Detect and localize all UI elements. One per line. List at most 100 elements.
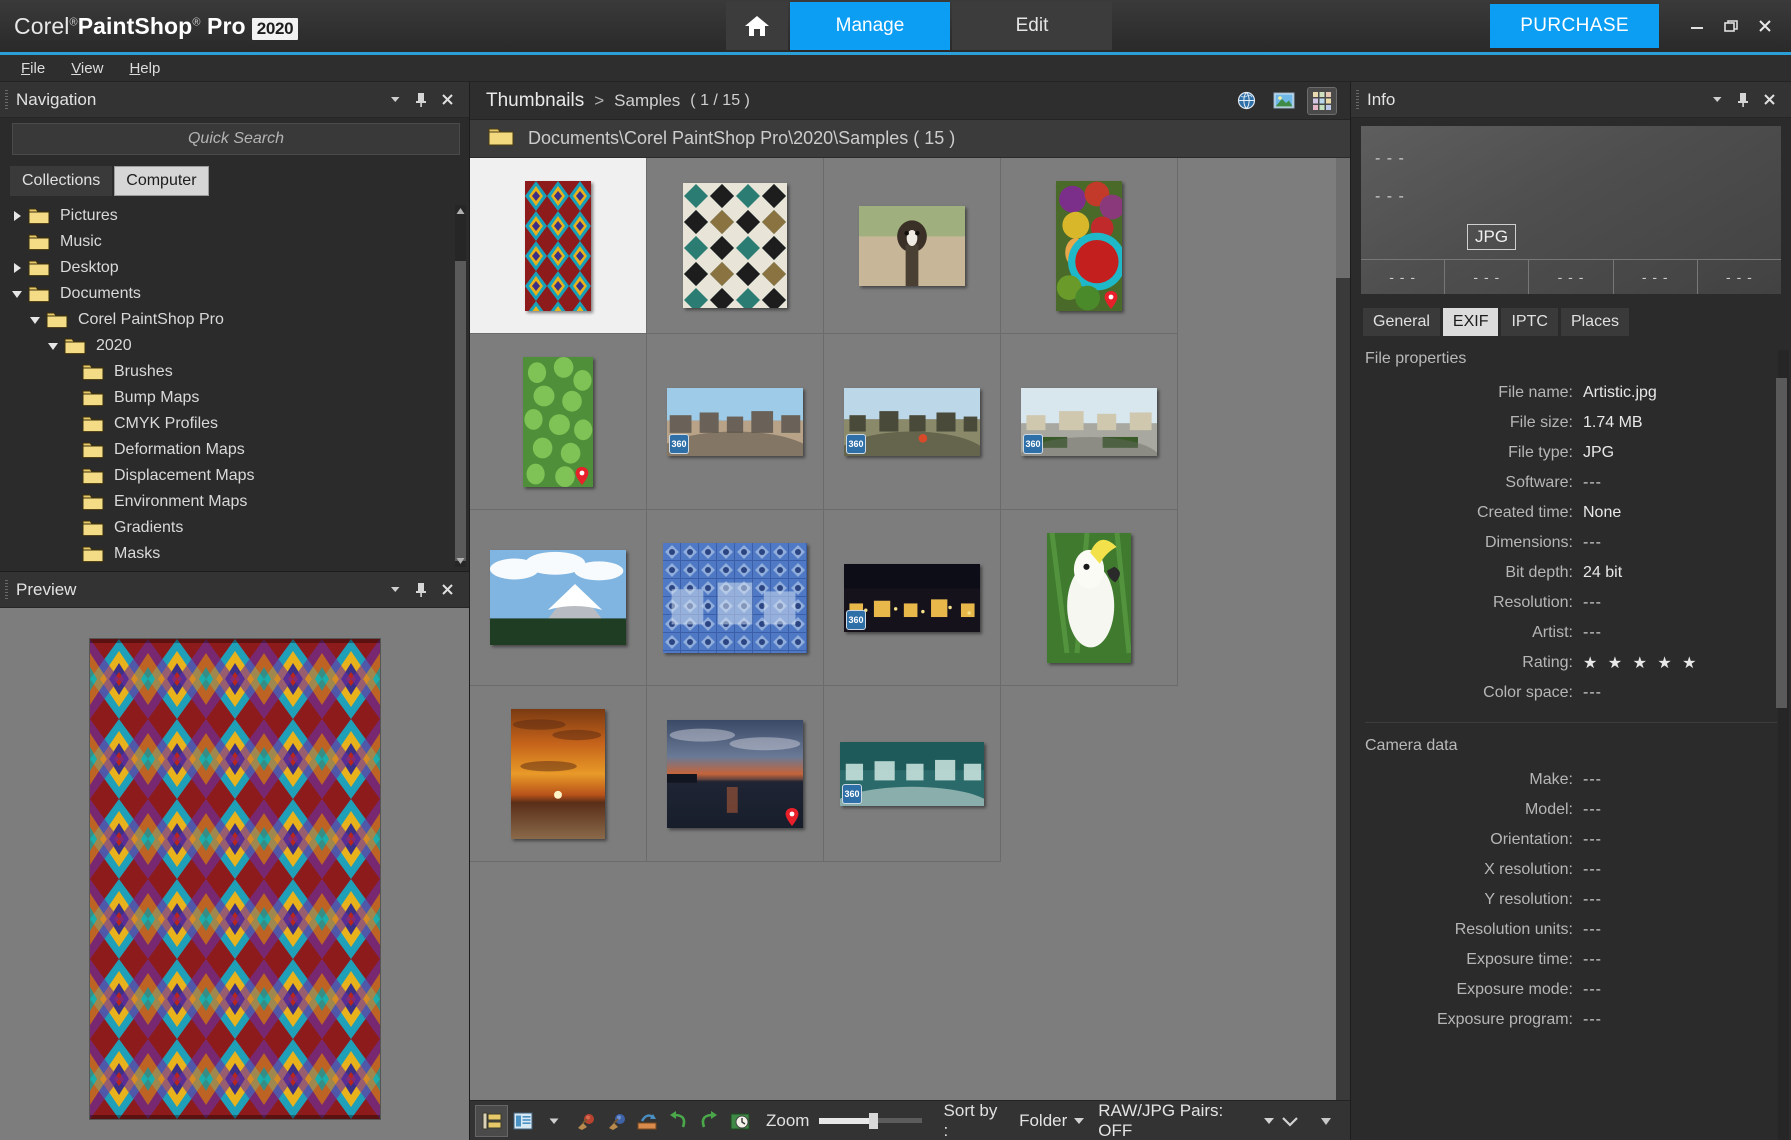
tab-iptc[interactable]: IPTC: [1501, 308, 1558, 336]
tree-twisty-icon[interactable]: [6, 289, 28, 299]
tab-home[interactable]: [726, 2, 788, 50]
list-dropdown-icon[interactable]: [538, 1106, 569, 1136]
thumbnail-vegetables-market[interactable]: [1056, 180, 1126, 311]
chevron-down-icon[interactable]: [1711, 93, 1724, 106]
thumbnail-city-panorama-360-a[interactable]: 360: [656, 387, 814, 480]
thumbnail-lake-sunset-dusk[interactable]: [667, 719, 803, 828]
raw-jpg-pairs-dropdown[interactable]: RAW/JPG Pairs: OFF: [1098, 1101, 1274, 1140]
minimize-icon[interactable]: [1687, 16, 1707, 36]
info-scrollbar-track[interactable]: [1776, 350, 1789, 1140]
thumbnail-cell[interactable]: [647, 686, 824, 862]
menu-view[interactable]: View: [60, 57, 114, 80]
menu-help[interactable]: Help: [118, 57, 171, 80]
pin-icon[interactable]: [414, 92, 428, 107]
tree-twisty-icon[interactable]: [24, 315, 46, 325]
rotate-right-icon[interactable]: [694, 1106, 725, 1136]
thumbnail-plaza-panorama-360[interactable]: 360: [1018, 387, 1160, 480]
sort-by-dropdown[interactable]: Folder: [1019, 1111, 1085, 1131]
import-icon[interactable]: [632, 1106, 663, 1136]
close-icon[interactable]: [1755, 16, 1775, 36]
tree-item[interactable]: Corel PaintShop Pro: [0, 307, 469, 333]
tree-item[interactable]: Deformation Maps: [0, 437, 469, 463]
quick-search-field[interactable]: [12, 123, 460, 155]
list-view-icon[interactable]: [507, 1106, 538, 1136]
grid-icon[interactable]: [1307, 86, 1337, 115]
grid-scrollbar-track[interactable]: [1336, 158, 1350, 1100]
thumbnail-tiled-diamond-wall[interactable]: [683, 183, 787, 308]
tree-twisty-icon[interactable]: [6, 262, 28, 274]
tree-item[interactable]: Bump Maps: [0, 385, 469, 411]
filmstrip-toggle-icon[interactable]: [474, 1104, 509, 1137]
photo-icon[interactable]: [1270, 88, 1298, 114]
search-input[interactable]: [13, 124, 459, 154]
thumbnail-ocean-sunset[interactable]: [511, 708, 605, 839]
tab-collections[interactable]: Collections: [10, 166, 113, 196]
tree-twisty-icon[interactable]: [42, 341, 64, 351]
thumbnail-cell[interactable]: 360: [824, 334, 1001, 510]
menu-file[interactable]: File: [10, 57, 56, 80]
thumbnail-city-panorama-360-b[interactable]: 360: [835, 387, 989, 483]
info-scrollbar-thumb[interactable]: [1776, 378, 1787, 708]
tab-places[interactable]: Places: [1560, 308, 1629, 336]
thumbnail-cell[interactable]: [470, 686, 647, 862]
thumbnail-snow-mountain-forest[interactable]: [490, 550, 626, 650]
batch-clock-icon[interactable]: [725, 1106, 756, 1136]
purchase-button[interactable]: PURCHASE: [1490, 4, 1659, 48]
thumbnail-cell[interactable]: [470, 158, 647, 334]
thumbnail-cell[interactable]: [647, 158, 824, 334]
pin-icon[interactable]: [414, 582, 428, 597]
thumbnail-cell[interactable]: [1001, 510, 1178, 686]
tree-item[interactable]: Desktop: [0, 255, 469, 281]
tree-item[interactable]: Masks: [0, 541, 469, 567]
tree-item[interactable]: CMYK Profiles: [0, 411, 469, 437]
tree-item[interactable]: Displacement Maps: [0, 463, 469, 489]
tree-item[interactable]: Environment Maps: [0, 489, 469, 515]
thumbnail-teal-inverted-panorama-360[interactable]: 360: [831, 741, 993, 830]
thumbnail-night-city-panorama-360[interactable]: 360: [844, 563, 980, 632]
close-icon[interactable]: [440, 92, 455, 107]
restore-icon[interactable]: [1721, 16, 1741, 36]
thumbnail-white-cockatoo[interactable]: [1047, 532, 1132, 663]
tree-item[interactable]: Music: [0, 229, 469, 255]
tab-edit[interactable]: Edit: [952, 2, 1112, 50]
thumbnail-cell[interactable]: [470, 510, 647, 686]
toolbar-scroll-down-icon[interactable]: [1310, 1106, 1342, 1136]
panel-grip[interactable]: [5, 90, 8, 110]
thumbnail-blue-azulejo-tiles[interactable]: [663, 542, 807, 653]
tree-item[interactable]: 2020: [0, 333, 469, 359]
tree-item[interactable]: Documents: [0, 281, 469, 307]
thumbnail-cell[interactable]: 360: [824, 686, 1001, 862]
rotate-left-icon[interactable]: [663, 1106, 694, 1136]
tree-scrollbar-thumb[interactable]: [455, 261, 466, 561]
scroll-up-icon[interactable]: [455, 205, 466, 217]
chevron-down-icon[interactable]: [389, 93, 402, 106]
tab-manage[interactable]: Manage: [790, 2, 950, 50]
scroll-down-icon[interactable]: [455, 555, 466, 567]
thumbnail-cell[interactable]: [824, 158, 1001, 334]
grid-scrollbar-thumb[interactable]: [1336, 158, 1350, 278]
tree-item[interactable]: Brushes: [0, 359, 469, 385]
eyedropper-red-icon[interactable]: [569, 1106, 600, 1136]
thumbnail-cell[interactable]: [470, 334, 647, 510]
thumbnail-cell[interactable]: [1001, 158, 1178, 334]
zoom-handle[interactable]: [869, 1112, 879, 1129]
tree-item[interactable]: Gradients: [0, 515, 469, 541]
close-icon[interactable]: [440, 582, 455, 597]
thumbnail-cell[interactable]: [647, 510, 824, 686]
thumbnail-cell[interactable]: 360: [824, 510, 1001, 686]
tab-general[interactable]: General: [1363, 308, 1440, 336]
eyedropper-blue-icon[interactable]: [600, 1106, 631, 1136]
thumbnail-cell[interactable]: 360: [1001, 334, 1178, 510]
pin-icon[interactable]: [1736, 92, 1750, 107]
tab-computer[interactable]: Computer: [114, 166, 209, 196]
panel-grip[interactable]: [5, 580, 8, 600]
tree-twisty-icon[interactable]: [6, 210, 28, 222]
tab-exif[interactable]: EXIF: [1442, 308, 1499, 336]
close-icon[interactable]: [1762, 92, 1777, 107]
chevron-down-icon[interactable]: [389, 583, 402, 596]
breadcrumb-root[interactable]: Thumbnails: [486, 90, 584, 112]
globe-icon[interactable]: [1232, 88, 1260, 114]
expand-toolbar-icon[interactable]: [1274, 1106, 1306, 1136]
panel-grip[interactable]: [1356, 90, 1359, 110]
thumbnail-green-leaves[interactable]: [523, 356, 593, 487]
